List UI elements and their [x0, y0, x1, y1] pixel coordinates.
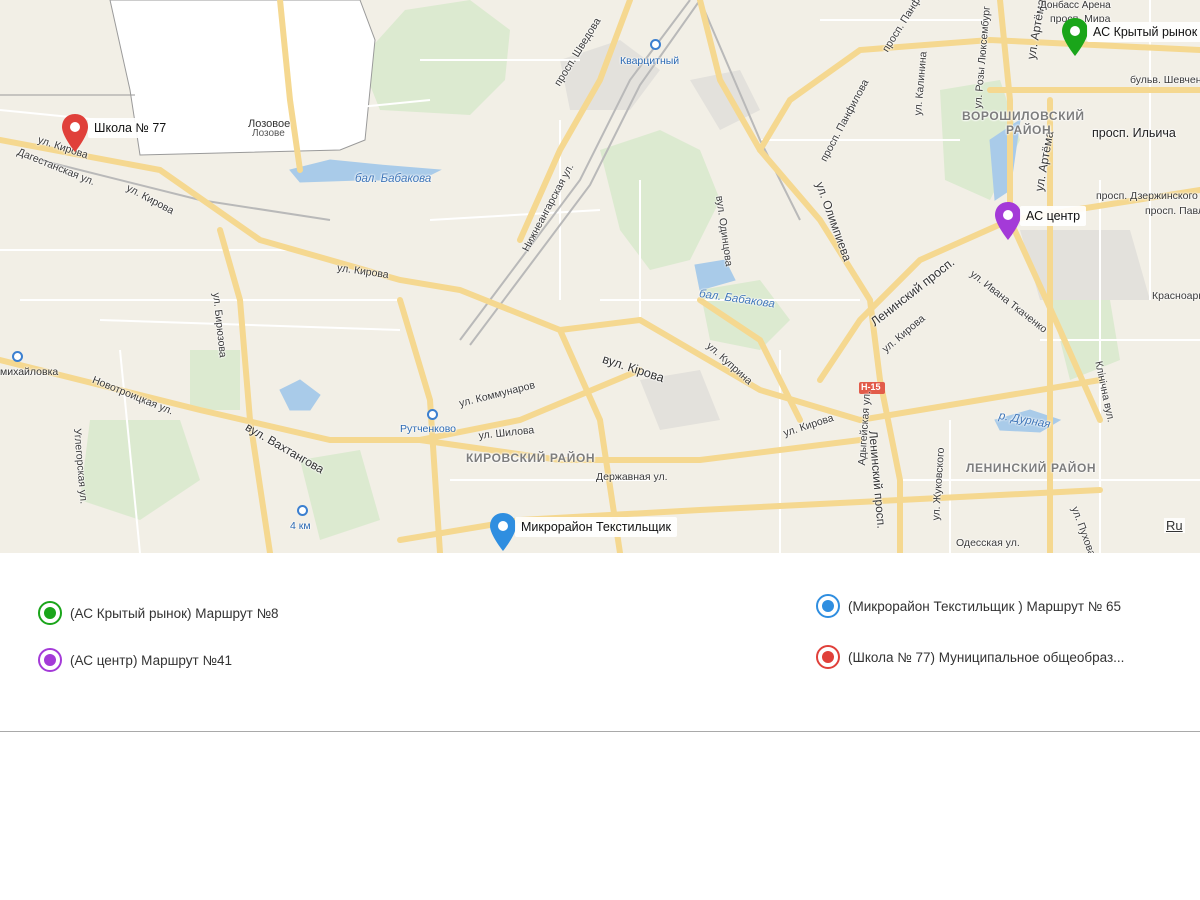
map-view[interactable]: Лозовое Лозове ул. Кирова Дагестанская у… [0, 0, 1200, 553]
language-link[interactable]: Ru [1164, 518, 1185, 533]
street-label: бульв. Шевченко [1130, 74, 1200, 86]
street-label: просп. Павлова [1145, 205, 1200, 217]
pin-label: Микрорайон Текстильщик [515, 517, 677, 537]
legend-label: (Микрорайон Текстильщик ) Маршрут № 65 [848, 598, 1121, 614]
station-label: Рутченково [400, 423, 457, 435]
legend-item-route-8[interactable]: (АС Крытый рынок) Маршрут №8 [38, 598, 279, 628]
legend-marker-purple-icon [38, 648, 62, 672]
pin-label: Школа № 77 [88, 118, 173, 138]
locality-label: михайловка [0, 366, 59, 378]
street-label: просп. Ильича [1092, 126, 1176, 140]
route-legend: (АС Крытый рынок) Маршрут №8 (АС центр) … [0, 553, 1200, 731]
map-pin-red-icon[interactable] [61, 114, 89, 154]
legend-label: (АС центр) Маршрут №41 [70, 652, 232, 668]
district-label: ВОРОШИЛОВСКИЙ [962, 109, 1085, 123]
district-label: РАЙОН [1006, 123, 1052, 137]
street-label: просп. Дзержинского [1096, 190, 1198, 202]
station-icon [297, 505, 308, 516]
station-icon [427, 409, 438, 420]
street-label: Красноармейская [1152, 290, 1200, 302]
divider [0, 731, 1200, 732]
map-pin-purple-icon[interactable] [994, 202, 1022, 242]
locality-label: Лозове [252, 128, 285, 139]
street-label: Одесская ул. [956, 537, 1020, 549]
district-label: КИРОВСКИЙ РАЙОН [466, 451, 596, 465]
legend-label: (АС Крытый рынок) Маршрут №8 [70, 605, 279, 621]
station-icon [650, 39, 661, 50]
station-label: Кварцитный [620, 55, 680, 67]
station-label: 4 км [290, 520, 311, 532]
legend-item-school-77[interactable]: (Школа № 77) Муниципальное общеобраз... [816, 642, 1124, 672]
district-label: ЛЕНИНСКИЙ РАЙОН [966, 461, 1097, 475]
legend-marker-green-icon [38, 601, 62, 625]
water-label: бал. Бабакова [355, 173, 432, 185]
pin-label: АС центр [1020, 206, 1087, 226]
pin-label: АС Крытый рынок [1087, 22, 1200, 42]
highway-shield: Н-15 [861, 382, 881, 392]
map-pin-green-icon[interactable] [1061, 18, 1089, 58]
legend-marker-red-icon [816, 645, 840, 669]
legend-item-route-65[interactable]: (Микрорайон Текстильщик ) Маршрут № 65 [816, 591, 1121, 621]
map-pin-blue-icon[interactable] [489, 513, 517, 553]
legend-label: (Школа № 77) Муниципальное общеобраз... [848, 649, 1125, 665]
legend-marker-blue-icon [816, 594, 840, 618]
poi-label: Донбасс Арена [1040, 0, 1111, 11]
street-label: Державная ул. [596, 471, 668, 483]
station-icon [12, 351, 23, 362]
legend-item-route-41[interactable]: (АС центр) Маршрут №41 [38, 645, 232, 675]
